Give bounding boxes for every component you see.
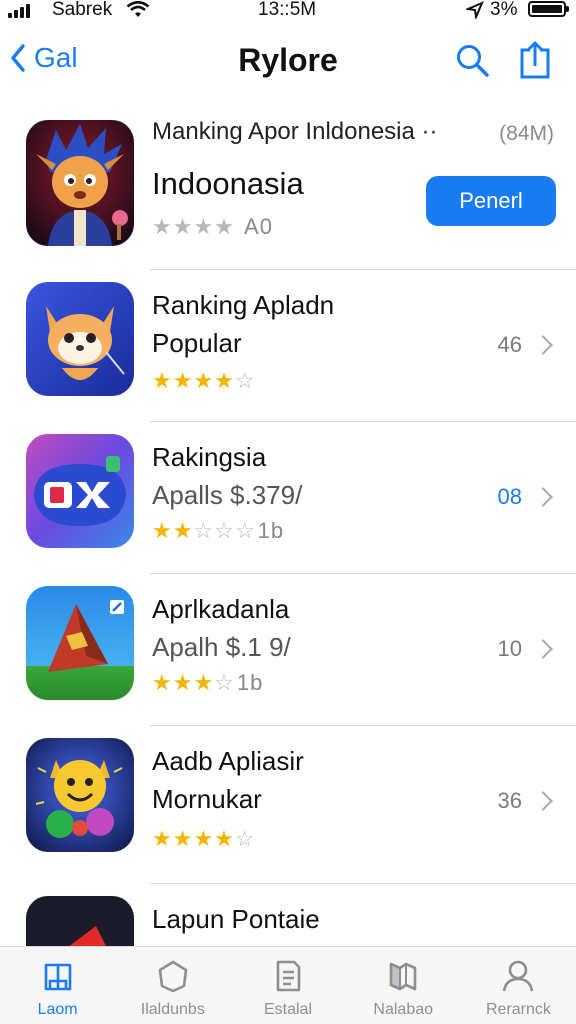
app-row[interactable]: Aadb Apliasir Mornukar ★★★★☆ 36 — [0, 726, 576, 884]
app-rating: ★★★★☆ — [152, 368, 256, 393]
tab-estalal[interactable]: Estalal — [230, 947, 345, 1024]
book-icon — [44, 963, 71, 991]
chevron-right-icon[interactable] — [533, 335, 553, 355]
clock: 13::5M — [258, 0, 317, 20]
tab-label: Ilaldunbs — [140, 1001, 205, 1018]
featured-app-row[interactable]: Manking Apor Inldonesia ·· (84M) Indoona… — [0, 108, 576, 270]
status-bar: Sabrek 13::5M 3% — [0, 0, 576, 26]
signal-icon — [8, 4, 30, 18]
app-title: Ranking Apladn — [152, 290, 335, 320]
document-icon — [276, 960, 301, 992]
search-icon — [457, 45, 489, 77]
tab-bar: Laom Ilaldunbs Estalal Nalabao Rerarnck — [0, 946, 576, 1024]
wifi-icon — [126, 0, 150, 24]
carrier-name: Sabrek — [52, 0, 113, 20]
app-subtitle: Apalls $.379/ — [152, 480, 303, 510]
tab-laom[interactable]: Laom — [0, 947, 115, 1024]
tab-label: Nalabao — [373, 1001, 434, 1018]
featured-title: Indoonasia — [152, 166, 304, 201]
app-icon-smiley — [26, 738, 134, 852]
app-icon-featured — [26, 120, 134, 246]
chevron-right-icon[interactable] — [533, 791, 553, 811]
app-count: 46 — [497, 332, 522, 357]
tab-label: Laom — [37, 1001, 78, 1018]
battery-percent: 3% — [490, 0, 518, 20]
app-row[interactable]: Aprlkadanla Apalh $.1 9/ ★★★☆1b 10 — [0, 574, 576, 726]
featured-rating: ★★★★ A0 — [152, 214, 273, 239]
app-rating: ★★★☆1b — [152, 670, 264, 695]
tab-label: Estalal — [263, 1001, 313, 1018]
hexagon-icon — [158, 960, 188, 993]
location-arrow-icon — [464, 1, 484, 24]
app-subtitle: Popular — [152, 328, 242, 358]
get-button[interactable]: Penerl — [426, 176, 556, 226]
navigation-bar: Gal Rylore — [0, 30, 576, 94]
search-button[interactable] — [454, 42, 490, 83]
tab-nalabao[interactable]: Nalabao — [346, 947, 461, 1024]
person-icon — [503, 960, 534, 992]
app-title: Lapun Pontaie — [152, 904, 320, 934]
app-count: 10 — [497, 636, 522, 661]
tab-ilaldunbs[interactable]: Ilaldunbs — [115, 947, 230, 1024]
chevron-right-icon[interactable] — [533, 487, 553, 507]
app-list: Manking Apor Inldonesia ·· (84M) Indoona… — [0, 108, 576, 1024]
app-icon-fox — [26, 282, 134, 396]
featured-size: (84M) — [499, 122, 554, 145]
app-count: 36 — [497, 788, 522, 813]
share-button[interactable] — [518, 40, 552, 85]
app-subtitle: Mornukar — [152, 784, 262, 814]
featured-header: Manking Apor Inldonesia ·· — [152, 118, 438, 145]
app-rating: ★★★★☆ — [152, 826, 256, 851]
share-icon — [520, 41, 550, 79]
tab-label: Rerarnck — [485, 1001, 551, 1018]
app-row[interactable]: Ranking Apladn Popular ★★★★☆ 46 — [0, 270, 576, 422]
battery-icon — [528, 1, 569, 17]
app-icon-triangle — [26, 586, 134, 700]
app-title: Aprlkadanla — [152, 594, 290, 624]
app-rating: ★★☆☆☆1b — [152, 518, 285, 543]
app-count: 08 — [497, 484, 522, 509]
chevron-right-icon[interactable] — [533, 639, 553, 659]
app-title: Rakingsia — [152, 442, 267, 472]
app-icon-dx — [26, 434, 134, 548]
tab-rerarnck[interactable]: Rerarnck — [461, 947, 576, 1024]
map-icon — [389, 962, 417, 991]
app-title: Aadb Apliasir — [152, 746, 304, 776]
app-subtitle: Apalh $.1 9/ — [152, 632, 291, 662]
app-row[interactable]: Rakingsia Apalls $.379/ ★★☆☆☆1b 08 — [0, 422, 576, 574]
